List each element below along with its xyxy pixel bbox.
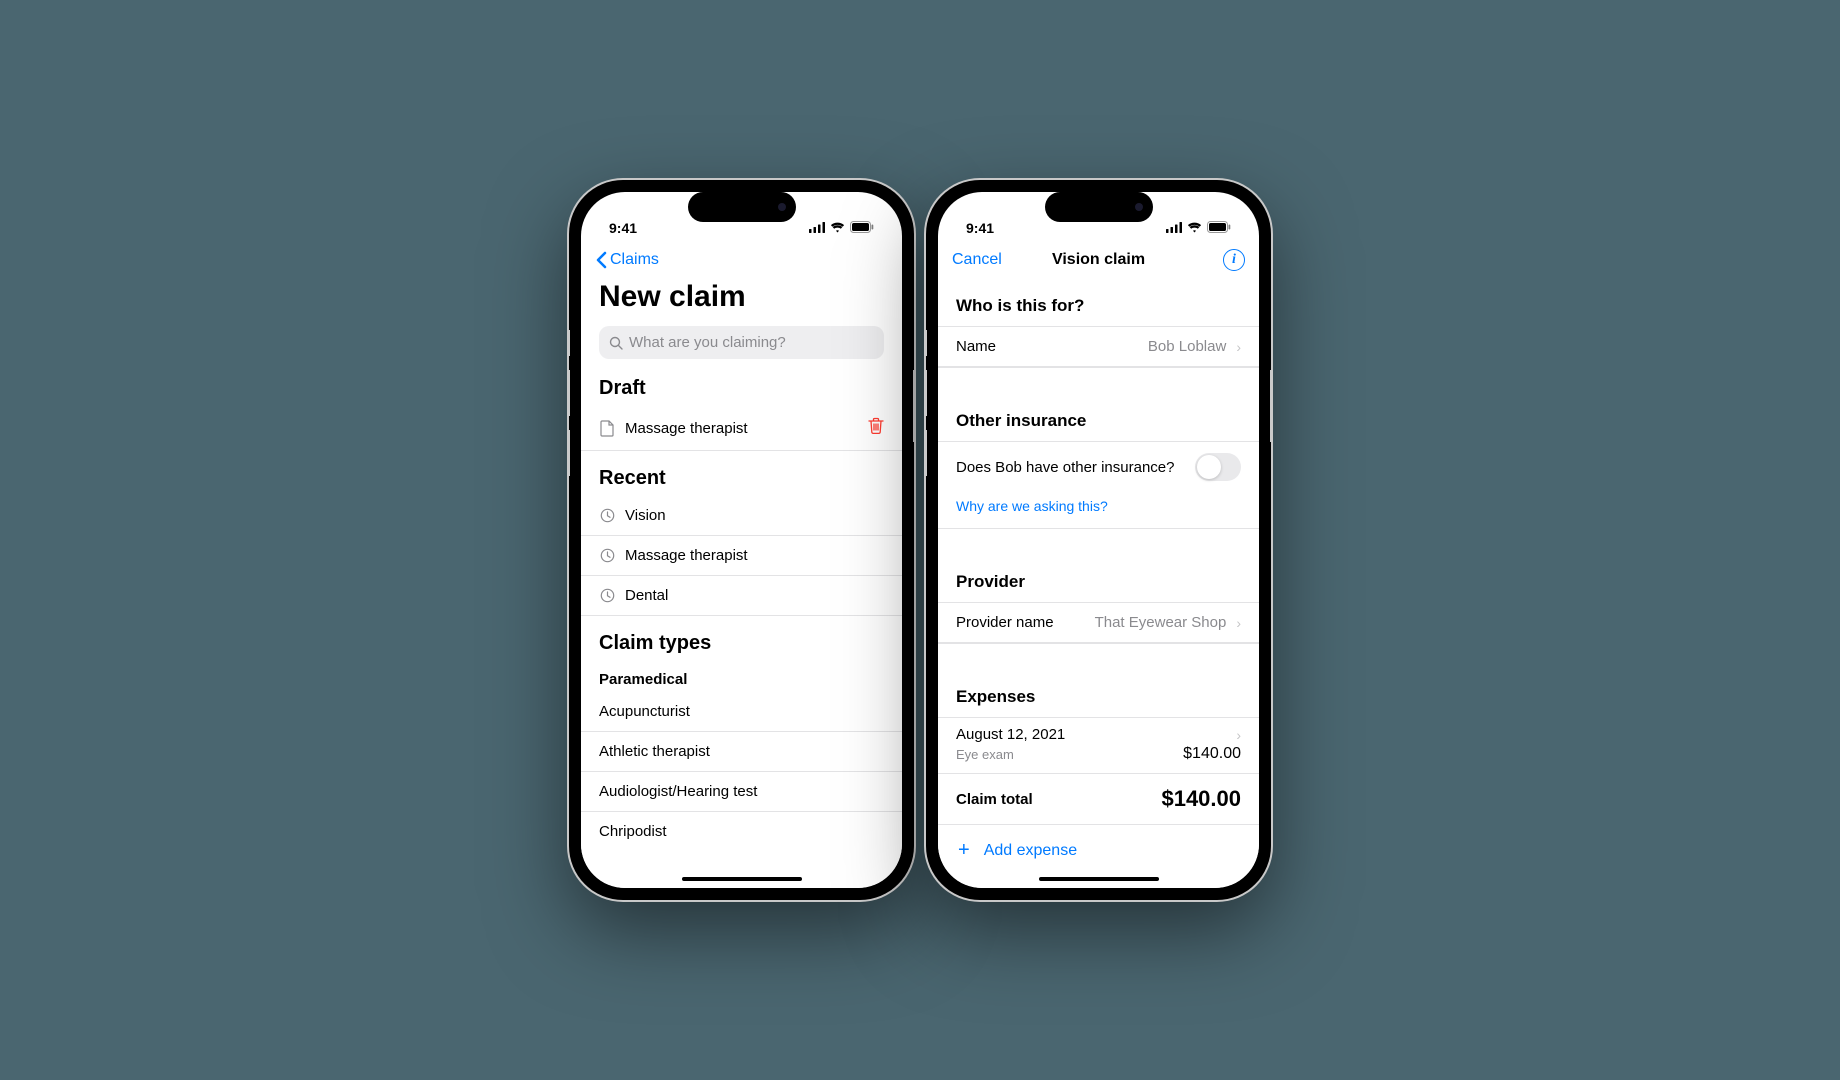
page-title: New claim <box>581 278 902 322</box>
recent-row[interactable]: Dental <box>581 576 902 616</box>
search-placeholder: What are you claiming? <box>629 334 786 351</box>
who-header: Who is this for? <box>938 278 1259 326</box>
cancel-button[interactable]: Cancel <box>952 251 1002 269</box>
home-indicator[interactable] <box>1039 877 1159 881</box>
draft-item-label: Massage therapist <box>625 420 858 437</box>
other-insurance-header: Other insurance <box>938 393 1259 441</box>
home-indicator[interactable] <box>682 877 802 881</box>
claim-total-label: Claim total <box>956 791 1033 808</box>
recent-header: Recent <box>581 451 902 496</box>
recent-item-label: Vision <box>625 507 884 524</box>
claim-type-row[interactable]: Athletic therapist <box>581 732 902 772</box>
document-icon <box>599 420 615 436</box>
other-insurance-toggle[interactable] <box>1195 453 1241 481</box>
why-asking-link[interactable]: Why are we asking this? <box>938 492 1259 528</box>
claim-type-label: Chripodist <box>599 823 884 840</box>
recent-row[interactable]: Massage therapist <box>581 536 902 576</box>
history-icon <box>599 588 615 604</box>
add-expense-label: Add expense <box>984 842 1077 860</box>
search-input[interactable]: What are you claiming? <box>599 326 884 359</box>
name-row[interactable]: Name Bob Loblaw › <box>938 326 1259 367</box>
nav-title: Vision claim <box>1052 251 1145 269</box>
draft-header: Draft <box>581 369 902 406</box>
cellular-icon <box>809 220 825 236</box>
chevron-right-icon: › <box>1236 339 1241 355</box>
expense-item: Eye exam <box>956 747 1014 762</box>
status-time: 9:41 <box>966 220 994 236</box>
provider-value: That Eyewear Shop <box>1095 614 1227 631</box>
claim-type-label: Audiologist/Hearing test <box>599 783 884 800</box>
chevron-right-icon: › <box>1236 727 1241 743</box>
delete-button[interactable] <box>868 417 884 439</box>
back-label: Claims <box>610 251 659 269</box>
battery-icon <box>850 220 874 236</box>
battery-icon <box>1207 220 1231 236</box>
back-button[interactable]: Claims <box>595 251 659 269</box>
plus-icon: + <box>958 839 970 862</box>
claim-total-value: $140.00 <box>1161 786 1241 812</box>
info-button[interactable]: i <box>1223 249 1245 271</box>
name-value: Bob Loblaw <box>1148 338 1226 355</box>
dynamic-island <box>688 192 796 222</box>
claim-type-row[interactable]: Acupuncturist <box>581 692 902 732</box>
cellular-icon <box>1166 220 1182 236</box>
draft-row[interactable]: Massage therapist <box>581 406 902 451</box>
claim-total-row: Claim total $140.00 <box>938 774 1259 825</box>
chevron-right-icon: › <box>1236 615 1241 631</box>
history-icon <box>599 508 615 524</box>
expense-date: August 12, 2021 <box>956 726 1065 743</box>
provider-header: Provider <box>938 554 1259 602</box>
add-expense-button[interactable]: + Add expense <box>938 825 1259 876</box>
recent-item-label: Dental <box>625 587 884 604</box>
name-label: Name <box>956 338 1138 355</box>
recent-item-label: Massage therapist <box>625 547 884 564</box>
chevron-left-icon <box>595 251 607 269</box>
claim-types-header: Claim types <box>581 616 902 661</box>
expense-amount: $140.00 <box>1183 745 1241 763</box>
phone-left: 9:41 Claims New claim What are you claim… <box>569 180 914 900</box>
phone-right: 9:41 Cancel Vision claim i Who is this f… <box>926 180 1271 900</box>
claim-type-label: Athletic therapist <box>599 743 884 760</box>
paramedical-subheader: Paramedical <box>581 661 902 692</box>
wifi-icon <box>830 220 845 236</box>
wifi-icon <box>1187 220 1202 236</box>
provider-label: Provider name <box>956 614 1085 631</box>
claim-type-label: Acupuncturist <box>599 703 884 720</box>
dynamic-island <box>1045 192 1153 222</box>
claim-type-row[interactable]: Chripodist <box>581 812 902 851</box>
recent-row[interactable]: Vision <box>581 496 902 536</box>
claim-type-row[interactable]: Audiologist/Hearing test <box>581 772 902 812</box>
provider-row[interactable]: Provider name That Eyewear Shop › <box>938 602 1259 643</box>
status-time: 9:41 <box>609 220 637 236</box>
other-insurance-question: Does Bob have other insurance? <box>956 459 1185 476</box>
trash-icon <box>868 417 884 435</box>
other-insurance-row: Does Bob have other insurance? <box>938 441 1259 492</box>
expense-row[interactable]: August 12, 2021 › Eye exam $140.00 <box>938 717 1259 774</box>
history-icon <box>599 548 615 564</box>
expenses-header: Expenses <box>938 669 1259 717</box>
search-icon <box>609 336 623 350</box>
